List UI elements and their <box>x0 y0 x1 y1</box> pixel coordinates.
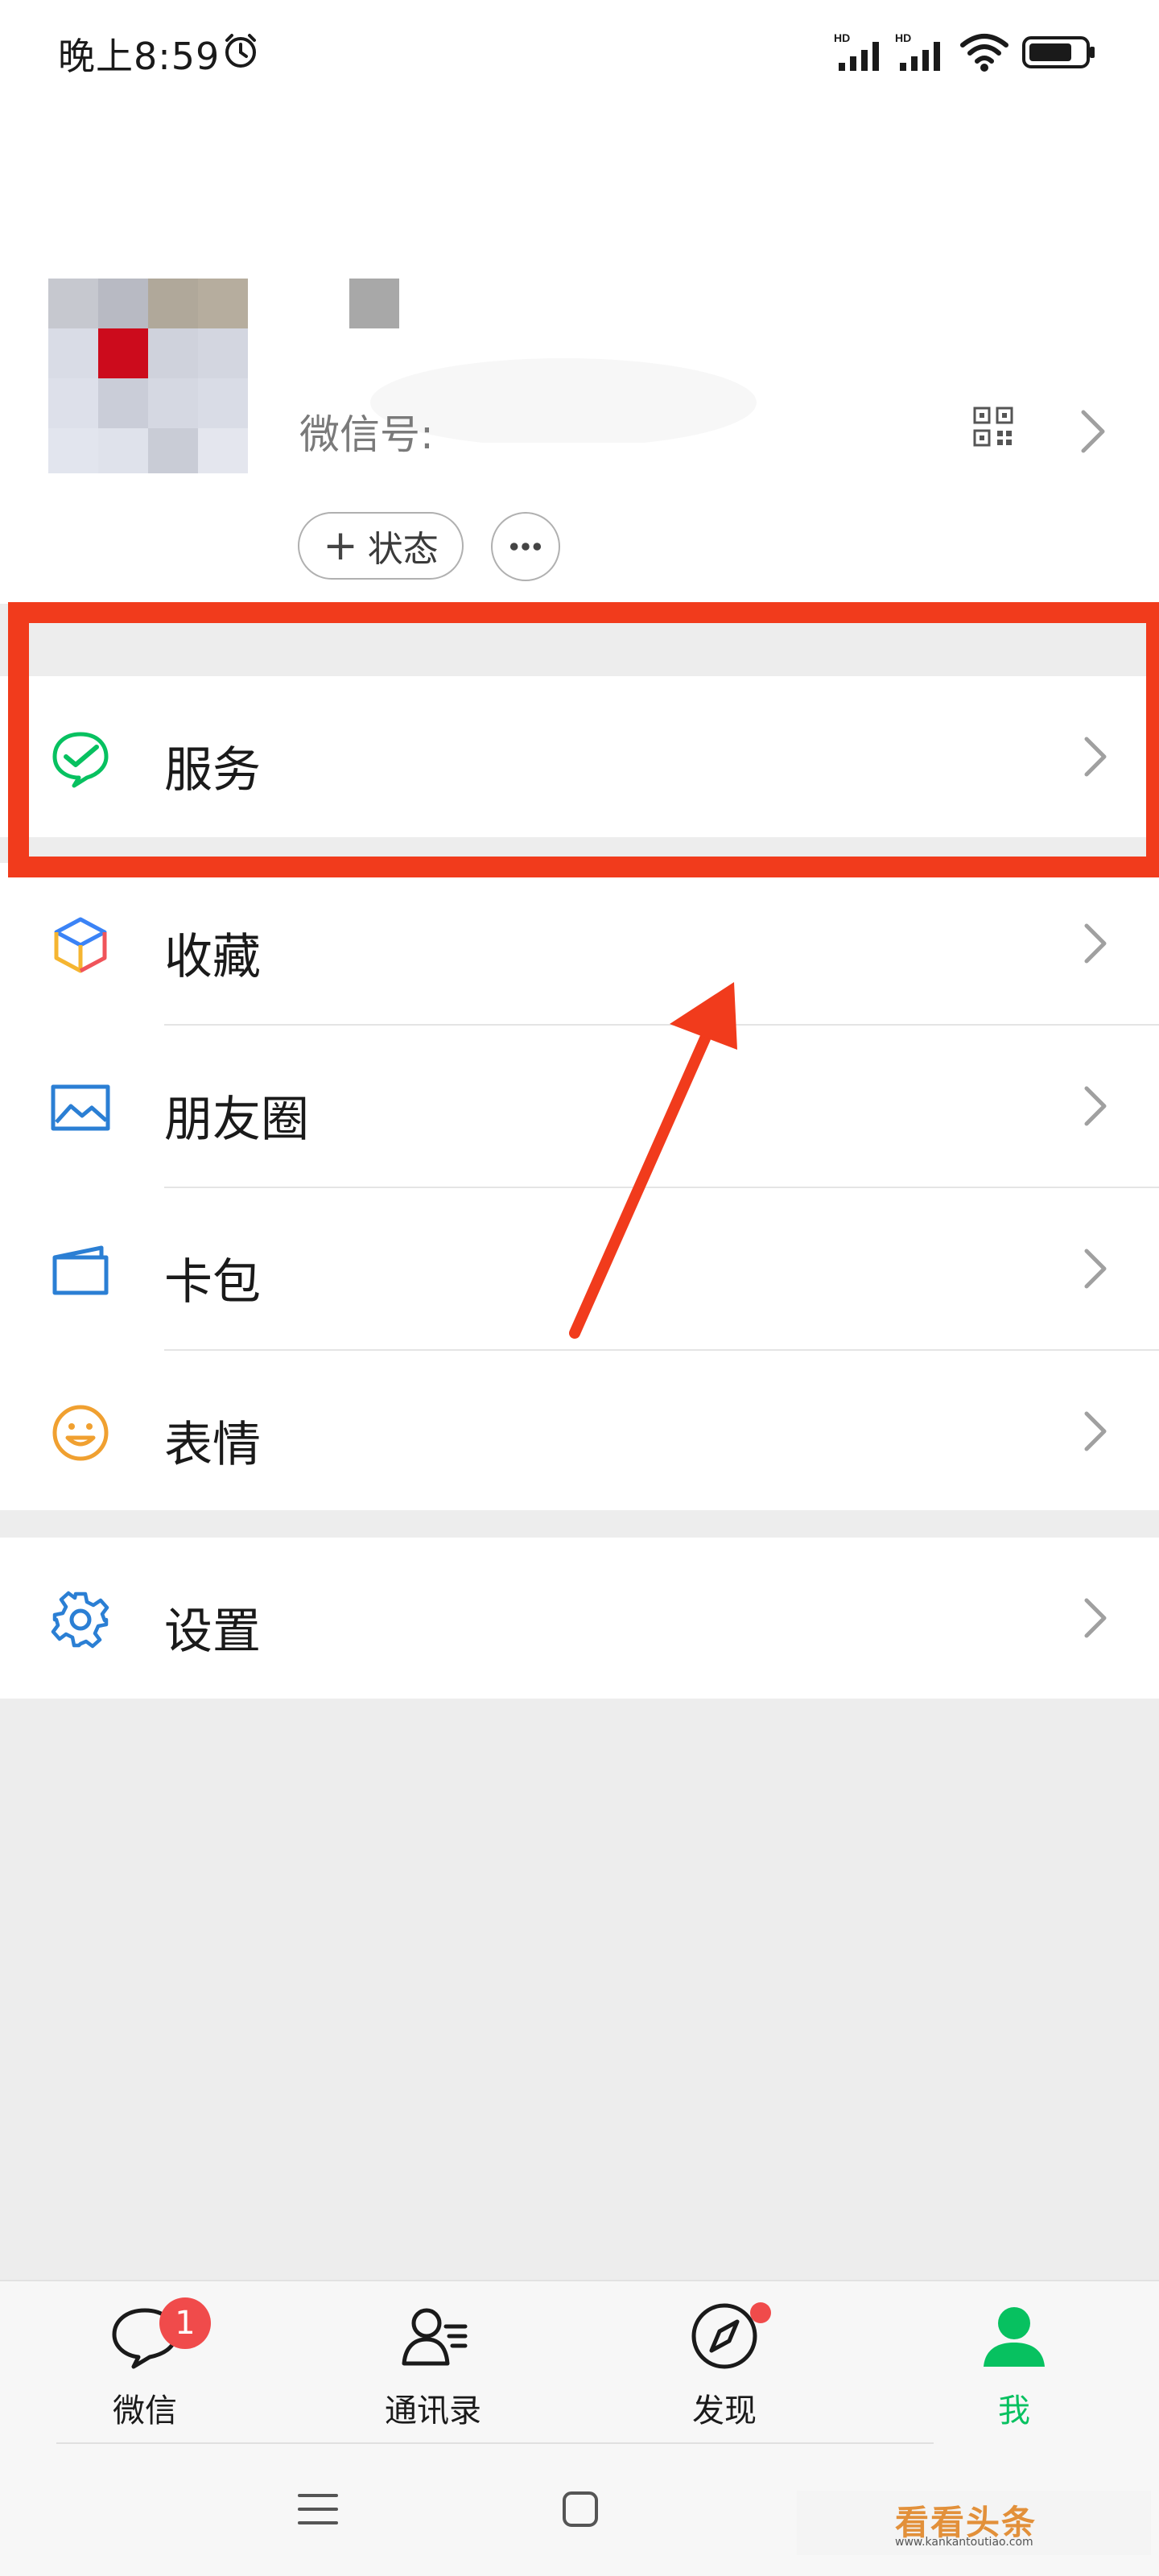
card-wallet-icon <box>52 1245 109 1295</box>
watermark-url: www.kankantoutiao.com <box>895 2536 1033 2549</box>
user-icon <box>984 2307 1045 2367</box>
unread-badge: 1 <box>159 2297 211 2349</box>
nickname-redacted <box>349 279 399 328</box>
tab-label: 微信 <box>113 2392 177 2429</box>
battery-icon <box>1022 36 1095 68</box>
menu-item-label: 表情 <box>164 1417 261 1473</box>
tab-label: 发现 <box>692 2392 757 2429</box>
home-icon[interactable] <box>562 2491 599 2528</box>
menu-item-label: 卡包 <box>164 1254 261 1311</box>
chevron-right-icon <box>1084 923 1107 964</box>
add-status-button[interactable]: + 状态 <box>298 512 464 580</box>
menu-item-settings[interactable]: 设置 <box>0 1538 1159 1699</box>
status-time: 晚上8:59 <box>58 35 221 78</box>
moments-photo-icon <box>51 1084 110 1131</box>
more-options-button[interactable] <box>491 512 560 581</box>
plus-icon: + <box>323 522 358 570</box>
wifi-icon <box>960 34 1008 72</box>
alarm-clock-icon <box>225 34 256 68</box>
tab-discover[interactable]: 发现 <box>644 2294 805 2431</box>
chevron-right-icon <box>1084 1086 1107 1126</box>
divider <box>56 2442 934 2444</box>
qr-code-icon[interactable] <box>972 406 1014 448</box>
menu-group-settings: 设置 <box>0 1538 1159 1699</box>
recent-apps-icon[interactable] <box>298 2491 338 2528</box>
favorites-cube-icon <box>54 917 107 973</box>
menu-item-label: 朋友圈 <box>164 1092 309 1148</box>
menu-item-stickers[interactable]: 表情 <box>0 1351 1159 1512</box>
signal-hd-icon: HD <box>895 31 940 71</box>
smiley-face-icon <box>52 1405 109 1461</box>
status-button-label: 状态 <box>367 529 439 570</box>
annotation-highlight-box <box>8 602 1159 877</box>
annotation-arrow-icon <box>569 982 737 1339</box>
chevron-right-icon <box>1084 1249 1107 1289</box>
wechat-id-label: 微信号: <box>299 411 434 458</box>
tab-label: 通讯录 <box>385 2392 481 2429</box>
new-content-dot <box>750 2302 771 2323</box>
menu-item-label: 设置 <box>164 1604 261 1660</box>
gear-icon <box>51 1591 109 1649</box>
menu-item-label: 收藏 <box>164 929 261 985</box>
signal-hd-icon: HD <box>834 31 879 71</box>
tab-me[interactable]: 我 <box>934 2294 1095 2431</box>
tab-label: 我 <box>998 2392 1030 2429</box>
tab-contacts[interactable]: 通讯录 <box>353 2294 514 2431</box>
chevron-right-icon <box>1081 410 1105 453</box>
chevron-right-icon <box>1084 1411 1107 1451</box>
avatar[interactable] <box>48 174 250 477</box>
chevron-right-icon <box>1084 1598 1107 1638</box>
svg-text:HD: HD <box>895 31 911 44</box>
contacts-icon <box>402 2308 468 2366</box>
svg-text:HD: HD <box>834 31 850 44</box>
